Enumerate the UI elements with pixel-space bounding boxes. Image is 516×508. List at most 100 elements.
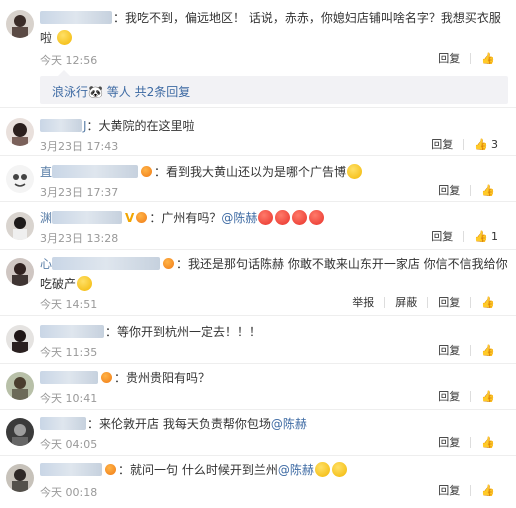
username-blurred[interactable]	[52, 211, 123, 224]
comment-time: 今天 00:18	[40, 486, 98, 499]
heart-eyes-emoji-icon	[292, 210, 308, 225]
comment-actions: 回复 👍	[428, 485, 508, 496]
thumbs-up-icon: 👍	[481, 184, 495, 197]
like-count: 1	[491, 230, 498, 243]
like-button[interactable]: 👍	[470, 297, 508, 308]
comment-time: 今天 10:41	[40, 392, 98, 405]
avatar[interactable]	[6, 418, 34, 446]
username-blurred[interactable]	[40, 417, 86, 430]
thumbs-up-icon: 👍	[481, 296, 495, 309]
comment-item: 心：我还是那句话陈赫 你敢不敢来山东开一家店 你信不信我给你吃破产 今天 14:…	[0, 250, 516, 316]
comment-text: ：我吃不到，偏远地区！ 话说，赤赤，你媳妇店铺叫啥名字？我想买衣服啦	[40, 11, 501, 45]
like-button[interactable]: 👍	[470, 345, 508, 356]
comment-actions: 回复 👍	[428, 53, 508, 64]
comment-item: 渊 V ：广州有吗？@陈赫 3月23日 13:28 回复 👍 1	[0, 202, 516, 250]
avatar[interactable]	[6, 325, 34, 353]
reply-button[interactable]: 回复	[428, 185, 470, 196]
reply-button[interactable]: 回复	[428, 53, 470, 64]
reply-summary-box[interactable]: 浪泳行🐼 等人 共2条回复	[40, 70, 508, 104]
username-blurred[interactable]	[40, 11, 112, 24]
comment-text: J：大黄院的在这里啦	[40, 116, 508, 136]
reply-button[interactable]: 回复	[421, 231, 463, 242]
reply-button[interactable]: 回复	[427, 297, 470, 308]
reply-button[interactable]: 回复	[428, 437, 470, 448]
emoji-icon	[314, 462, 330, 477]
comment-actions: 举报 屏蔽 回复 👍	[342, 297, 508, 308]
heart-eyes-emoji-icon	[258, 210, 274, 225]
comment-text: ：贵州贵阳有吗？	[40, 368, 508, 388]
comment-time: 今天 11:35	[40, 346, 98, 359]
emoji-icon	[331, 462, 347, 477]
comment-time: 3月23日 13:28	[40, 232, 119, 245]
mention-link[interactable]: @陈赫	[278, 463, 314, 477]
thumbs-up-icon: 👍	[481, 344, 495, 357]
block-button[interactable]: 屏蔽	[384, 297, 427, 308]
heart-eyes-emoji-icon	[309, 210, 325, 225]
like-button[interactable]: 👍	[470, 437, 508, 448]
comment-item: ：等你开到杭州一定去！！！ 今天 11:35 回复 👍	[0, 316, 516, 364]
heart-eyes-emoji-icon	[275, 210, 291, 225]
reply-button[interactable]: 回复	[421, 139, 463, 150]
like-button[interactable]: 👍	[470, 391, 508, 402]
vip-icon	[163, 258, 175, 269]
avatar[interactable]	[6, 372, 34, 400]
comment-item: ：来伦敦开店 我每天负责帮你包场@陈赫 今天 04:05 回复 👍	[0, 410, 516, 456]
comment-text: ：来伦敦开店 我每天负责帮你包场@陈赫	[40, 414, 508, 434]
report-button[interactable]: 举报	[342, 297, 384, 308]
comment-actions: 回复 👍	[428, 391, 508, 402]
like-button[interactable]: 👍 1	[463, 231, 508, 242]
comment-text: ：等你开到杭州一定去！！！	[40, 322, 508, 342]
mention-link[interactable]: @陈赫	[221, 211, 257, 225]
username-blurred[interactable]	[40, 463, 102, 476]
like-button[interactable]: 👍 3	[463, 139, 508, 150]
username-blurred[interactable]	[52, 257, 161, 270]
comment-time: 今天 14:51	[40, 298, 98, 311]
comment-time: 今天 04:05	[40, 438, 98, 451]
reply-button[interactable]: 回复	[428, 391, 470, 402]
username-tail[interactable]: 渊	[40, 211, 52, 225]
comment-item: ：贵州贵阳有吗？ 今天 10:41 回复 👍	[0, 364, 516, 410]
username-blurred[interactable]	[40, 371, 98, 384]
reply-summary-text[interactable]: 浪泳行🐼 等人 共2条回复	[52, 83, 190, 100]
comment-time: 3月23日 17:37	[40, 186, 119, 199]
thumbs-up-icon: 👍	[474, 138, 488, 151]
username-tail[interactable]: 心	[40, 257, 52, 271]
comment-text: 心：我还是那句话陈赫 你敢不敢来山东开一家店 你信不信我给你吃破产	[40, 257, 508, 291]
mention-link[interactable]: @陈赫	[271, 417, 307, 431]
comment-actions: 回复 👍	[428, 185, 508, 196]
avatar[interactable]	[6, 165, 34, 193]
comment-actions: 回复 👍 3	[421, 139, 508, 150]
like-button[interactable]: 👍	[470, 53, 508, 64]
comment-actions: 回复 👍 1	[421, 231, 508, 242]
verified-v-icon: V	[125, 211, 135, 225]
comment-time: 3月23日 17:43	[40, 140, 119, 153]
comment-text: 直：看到我大黄山还以为是哪个广告博	[40, 162, 508, 182]
reply-box-arrow	[58, 70, 70, 76]
comment-actions: 回复 👍	[428, 437, 508, 448]
emoji-icon	[347, 164, 363, 179]
avatar[interactable]	[6, 118, 34, 146]
comment-text: ：就问一句 什么时候开到兰州@陈赫	[40, 460, 508, 480]
vip-icon	[141, 166, 153, 177]
thumbs-up-icon: 👍	[481, 436, 495, 449]
avatar[interactable]	[6, 10, 34, 38]
thumbs-up-icon: 👍	[481, 52, 495, 65]
like-button[interactable]: 👍	[470, 185, 508, 196]
username-blurred[interactable]	[52, 165, 139, 178]
comment-actions: 回复 👍	[428, 345, 508, 356]
avatar[interactable]	[6, 212, 34, 240]
reply-button[interactable]: 回复	[428, 485, 470, 496]
emoji-icon	[56, 30, 72, 45]
reply-button[interactable]: 回复	[428, 345, 470, 356]
comment-item: J：大黄院的在这里啦 3月23日 17:43 回复 👍 3	[0, 108, 516, 156]
avatar[interactable]	[6, 258, 34, 286]
username-blurred[interactable]	[40, 119, 82, 132]
vip-icon	[136, 212, 148, 223]
like-button[interactable]: 👍	[470, 485, 508, 496]
username-blurred[interactable]	[40, 325, 104, 338]
username-tail[interactable]: 直	[40, 165, 52, 179]
avatar[interactable]	[6, 464, 34, 492]
thumbs-up-icon: 👍	[474, 230, 488, 243]
comment-text: 渊 V ：广州有吗？@陈赫	[40, 208, 508, 228]
comment-item: ：我吃不到，偏远地区！ 话说，赤赤，你媳妇店铺叫啥名字？我想买衣服啦 今天 12…	[0, 0, 516, 108]
